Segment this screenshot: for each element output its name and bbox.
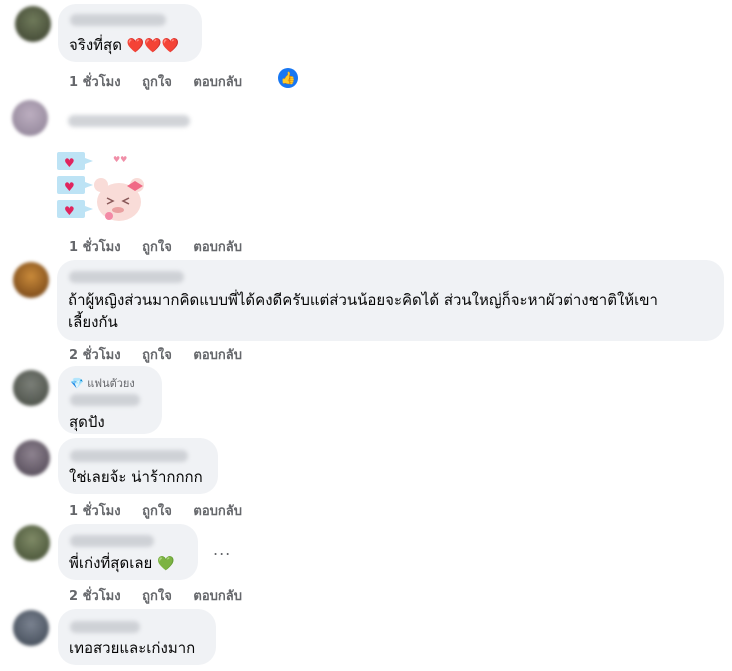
thumbs-up-icon[interactable]: 👍 <box>278 68 298 88</box>
bear-heart-sticker: ♥ ♥ ♥ ♥♥ <box>57 152 144 221</box>
like-button[interactable]: ถูกใจ <box>142 500 172 521</box>
reply-button[interactable]: ตอบกลับ <box>193 236 242 257</box>
comment-bubble: ถ้าผู้หญิงส่วนมากคิดแบบพี่ได้คงดีครับแต่… <box>57 260 724 341</box>
avatar[interactable] <box>15 6 51 42</box>
commenter-name[interactable] <box>69 271 184 283</box>
heart-red-emoji: ❤️❤️❤️ <box>126 38 180 54</box>
comment-actions: 2 ชั่วโมง ถูกใจ ตอบกลับ <box>69 585 259 606</box>
comment-bubble: 💎 แฟนตัวยง สุดปัง <box>58 366 162 434</box>
reply-button[interactable]: ตอบกลับ <box>193 344 242 365</box>
timestamp[interactable]: 1 ชั่วโมง <box>69 236 121 257</box>
like-button[interactable]: ถูกใจ <box>142 344 172 365</box>
comment-actions: 1 ชั่วโมง ถูกใจ ตอบกลับ <box>69 500 259 521</box>
svg-text:♥: ♥ <box>64 156 75 170</box>
reply-button[interactable]: ตอบกลับ <box>193 500 242 521</box>
comment-bubble: จริงที่สุด ❤️❤️❤️ <box>58 4 202 62</box>
comment-bubble: ใช่เลยจ้ะ น่าร้ากกกก <box>58 438 218 494</box>
comment-text: ใช่เลยจ้ะ น่าร้ากกกก <box>69 468 203 486</box>
timestamp[interactable]: 2 ชั่วโมง <box>69 585 121 606</box>
comment-bubble: เทอสวยและเก่งมาก <box>58 609 216 665</box>
svg-text:♥: ♥ <box>64 204 75 218</box>
diamond-icon: 💎 <box>70 377 84 390</box>
heart-green-emoji: 💚 <box>157 556 175 572</box>
more-options-icon[interactable]: ... <box>213 540 231 559</box>
commenter-name[interactable] <box>70 535 154 547</box>
like-button[interactable]: ถูกใจ <box>142 585 172 606</box>
comment-text: เทอสวยและเก่งมาก <box>69 639 196 657</box>
commenter-name[interactable] <box>70 621 140 633</box>
timestamp[interactable]: 2 ชั่วโมง <box>69 344 121 365</box>
commenter-name[interactable] <box>70 450 188 462</box>
avatar[interactable] <box>12 100 48 136</box>
comment-text: จริงที่สุด ❤️❤️❤️ <box>69 36 180 54</box>
comment-actions: 2 ชั่วโมง ถูกใจ ตอบกลับ <box>69 344 259 365</box>
top-fan-badge: 💎 แฟนตัวยง <box>70 374 135 392</box>
commenter-name[interactable] <box>70 14 166 26</box>
avatar[interactable] <box>14 525 50 561</box>
avatar[interactable] <box>13 370 49 406</box>
comment-actions: 1 ชั่วโมง ถูกใจ ตอบกลับ <box>69 236 259 257</box>
like-button[interactable]: ถูกใจ <box>142 236 172 257</box>
comment-actions: 1 ชั่วโมง ถูกใจ ตอบกลับ <box>69 71 259 92</box>
avatar[interactable] <box>13 610 49 646</box>
comment-bubble: พี่เก่งที่สุดเลย 💚 <box>58 524 198 580</box>
comment-text-line-1: ถ้าผู้หญิงส่วนมากคิดแบบพี่ได้คงดีครับแต่… <box>68 291 658 309</box>
commenter-name[interactable] <box>68 115 190 127</box>
comment-text: สุดปัง <box>69 413 105 431</box>
commenter-name[interactable] <box>70 394 140 406</box>
svg-text:♥♥: ♥♥ <box>113 155 127 164</box>
avatar[interactable] <box>13 262 49 298</box>
comment-text: พี่เก่งที่สุดเลย 💚 <box>69 554 175 572</box>
timestamp[interactable]: 1 ชั่วโมง <box>69 71 121 92</box>
like-button[interactable]: ถูกใจ <box>142 71 172 92</box>
reply-button[interactable]: ตอบกลับ <box>193 585 242 606</box>
reply-button[interactable]: ตอบกลับ <box>193 71 242 92</box>
timestamp[interactable]: 1 ชั่วโมง <box>69 500 121 521</box>
svg-text:♥: ♥ <box>64 180 75 194</box>
comment-text-line-2: เลี้ยงกัน <box>68 313 118 331</box>
top-fan-label: แฟนตัวยง <box>87 377 135 390</box>
avatar[interactable] <box>14 440 50 476</box>
